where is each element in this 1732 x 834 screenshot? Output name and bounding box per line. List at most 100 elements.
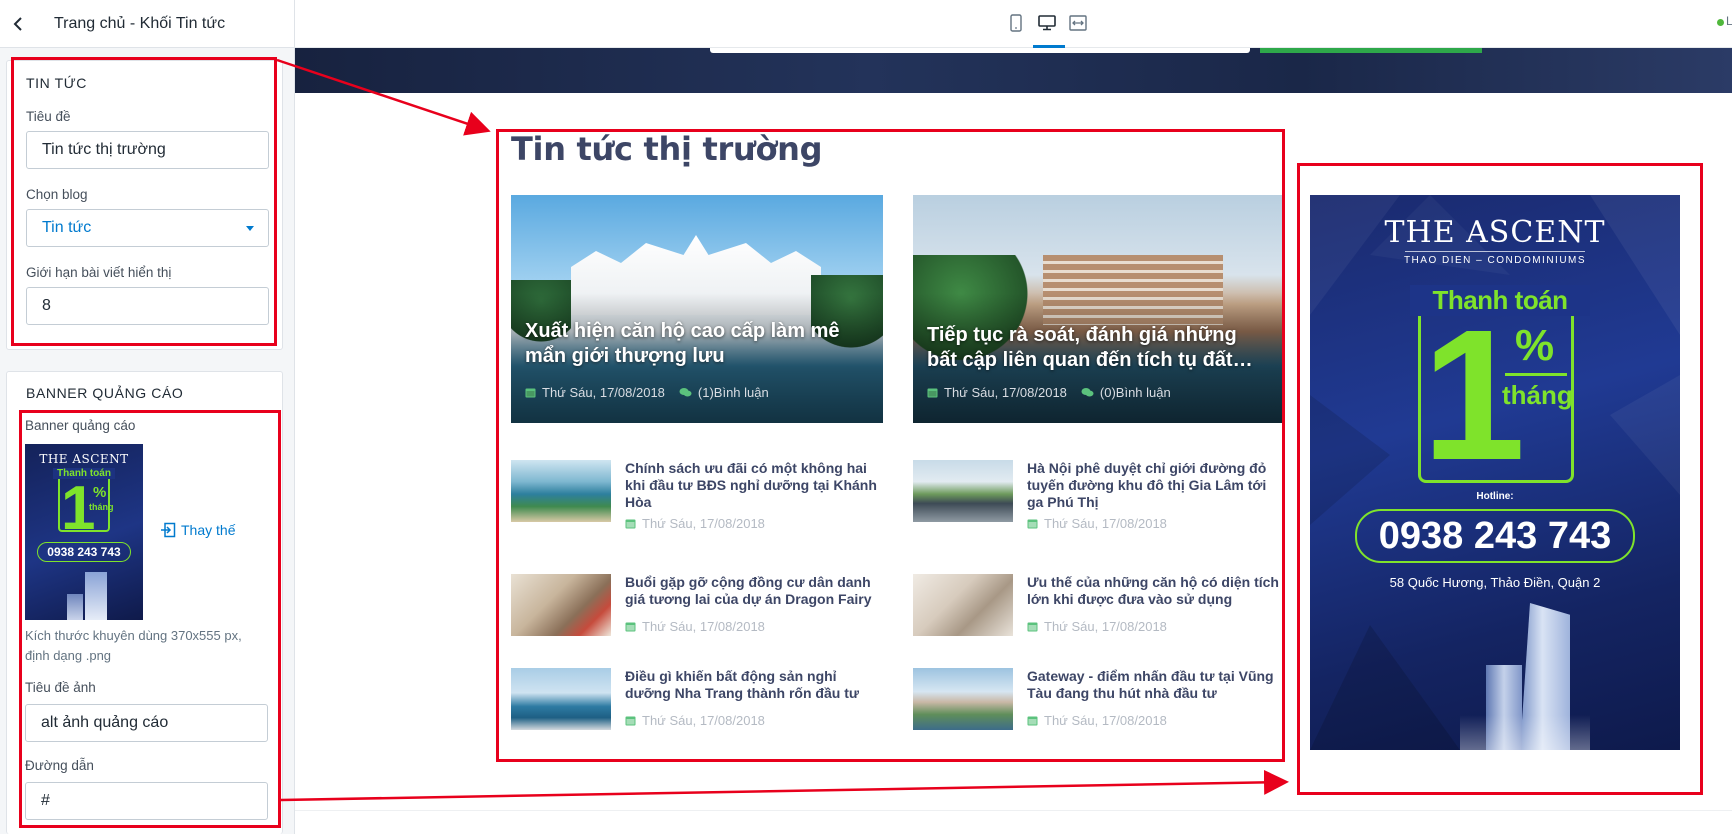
featured-comments-2: (0)Bình luận (1099, 385, 1171, 400)
mini-banner-logo: THE ASCENT (39, 452, 129, 466)
replace-image-link[interactable]: Thay thế (160, 522, 235, 538)
mini-tower-image (85, 572, 107, 620)
limit-input[interactable]: 8 (26, 287, 269, 325)
featured-article-2[interactable]: Tiếp tục rà soát, đánh giá những bất cập… (913, 195, 1285, 423)
banner-size-hint: Kích thước khuyên dùng 370x555 px, định … (25, 628, 242, 663)
calendar-icon (927, 388, 938, 398)
banner-phone: 0938 243 743 (1355, 509, 1635, 563)
theme-preview: Tin tức thị trường Xuất hiện căn hộ cao … (295, 48, 1732, 834)
banner-logo: THE ASCENT (1384, 215, 1606, 250)
list-item[interactable]: Ưu thế của những căn hộ có diện tích lớn… (913, 574, 1285, 644)
list-item[interactable]: Điều gì khiến bất động sản nghỉ dưỡng Nh… (511, 668, 883, 738)
list-item-date-text: Thứ Sáu, 17/08/2018 (642, 713, 765, 728)
banner-tower-glow (1460, 715, 1590, 750)
blog-field-label: Chọn blog (26, 187, 88, 202)
sidebar-header: Trang chủ - Khối Tin tức (0, 0, 294, 48)
title-field-label: Tiêu đề (26, 109, 71, 124)
thumb-apartment (913, 574, 1013, 636)
link-field-label: Đường dẫn (25, 758, 94, 773)
thumb-nha-trang (511, 668, 611, 730)
list-item-title[interactable]: Hà Nội phê duyệt chỉ giới đường đỏ tuyến… (1027, 460, 1285, 511)
calendar-icon (525, 388, 536, 398)
title-input[interactable]: Tin tức thị trường (26, 131, 269, 169)
list-item-date-text: Thứ Sáu, 17/08/2018 (1044, 713, 1167, 728)
fullwidth-icon[interactable] (1065, 10, 1091, 36)
list-item-title[interactable]: Ưu thế của những căn hộ có diện tích lớn… (1027, 574, 1285, 608)
app-root: Trang chủ - Khối Tin tức TIN TỨC Tiêu đề… (0, 0, 1732, 834)
banner-logo-divider (1405, 251, 1585, 252)
banner-hotline-label: Hotline: (1476, 491, 1514, 502)
featured-meta-2: Thứ Sáu, 17/08/2018 (0)Bình luận (927, 385, 1171, 400)
featured-title-2[interactable]: Tiếp tục rà soát, đánh giá những bất cập… (927, 323, 1267, 373)
mini-banner-phone: 0938 243 743 (37, 542, 131, 562)
settings-sidebar: Trang chủ - Khối Tin tức TIN TỨC Tiêu đề… (0, 0, 295, 834)
featured-meta-1: Thứ Sáu, 17/08/2018 (1)Bình luận (525, 385, 769, 400)
list-item-date: Thứ Sáu, 17/08/2018 (1027, 516, 1167, 531)
list-item-date: Thứ Sáu, 17/08/2018 (625, 516, 765, 531)
calendar-icon (625, 622, 636, 632)
blog-select[interactable]: Tin tức (26, 209, 269, 247)
calendar-icon (1027, 519, 1038, 529)
preview-toolbar: L (295, 0, 1732, 48)
list-item-date: Thứ Sáu, 17/08/2018 (625, 619, 765, 634)
replace-icon (161, 522, 176, 538)
calendar-icon (625, 716, 636, 726)
thumb-gateway (913, 668, 1013, 730)
calendar-icon (625, 519, 636, 529)
live-status-dot (1717, 19, 1724, 26)
list-item-title[interactable]: Gateway - điểm nhấn đầu tư tại Vũng Tàu … (1027, 668, 1285, 702)
thumb-highway (913, 460, 1013, 522)
banner-field-label: Banner quảng cáo (25, 418, 136, 433)
banner-subtitle: THAO DIEN – CONDOMINIUMS (1403, 255, 1587, 266)
thumb-living-room (511, 574, 611, 636)
live-status-text: L (1726, 14, 1732, 28)
list-item-title[interactable]: Điều gì khiến bất động sản nghỉ dưỡng Nh… (625, 668, 883, 702)
list-item-date-text: Thứ Sáu, 17/08/2018 (642, 619, 765, 634)
featured-title-1[interactable]: Xuất hiện căn hộ cao cấp làm mê mẩn giới… (525, 319, 865, 369)
limit-field-label: Giới hạn bài viết hiển thị (26, 265, 172, 280)
list-item[interactable]: Gateway - điểm nhấn đầu tư tại Vũng Tàu … (913, 668, 1285, 738)
alt-input-value: alt ảnh quảng cáo (41, 714, 169, 731)
banner-thumbnail[interactable]: THE ASCENT Thanh toán 1 % tháng 0938 243… (25, 444, 143, 620)
featured-comments-1: (1)Bình luận (697, 385, 769, 400)
hero-banner-strip (295, 48, 1732, 93)
list-item[interactable]: Buổi gặp gỡ cộng đồng cư dân danh giá tư… (511, 574, 883, 644)
alt-field-label: Tiêu đề ảnh (25, 680, 96, 695)
banner-fraction-line (1505, 373, 1567, 376)
list-item-date-text: Thứ Sáu, 17/08/2018 (1044, 516, 1167, 531)
replace-label: Thay thế (181, 522, 236, 538)
news-card-title: TIN TỨC (26, 75, 88, 91)
list-item-date-text: Thứ Sáu, 17/08/2018 (642, 516, 765, 531)
featured-date-1: Thứ Sáu, 17/08/2018 (542, 385, 665, 400)
list-item[interactable]: Chính sách ưu đãi có một không hai khi đ… (511, 460, 883, 531)
hero-submit-button[interactable] (1260, 48, 1482, 53)
mini-banner-month: tháng (89, 502, 114, 512)
blog-select-value: Tin tức (42, 219, 92, 236)
list-item-title[interactable]: Buổi gặp gỡ cộng đồng cư dân danh giá tư… (625, 574, 883, 608)
limit-input-value: 8 (42, 297, 51, 314)
preview-divider (295, 810, 1732, 811)
featured-date-2: Thứ Sáu, 17/08/2018 (944, 385, 1067, 400)
mini-banner-percent: % (93, 484, 107, 501)
calendar-icon (1027, 622, 1038, 632)
caret-down-icon (246, 226, 254, 231)
list-item-date: Thứ Sáu, 17/08/2018 (1027, 619, 1167, 634)
list-item[interactable]: Hà Nội phê duyệt chỉ giới đường đỏ tuyến… (913, 460, 1285, 531)
link-input[interactable]: # (25, 782, 268, 820)
list-item-title[interactable]: Chính sách ưu đãi có một không hai khi đ… (625, 460, 883, 511)
sidebar-title: Trang chủ - Khối Tin tức (54, 14, 226, 32)
desktop-icon[interactable] (1034, 10, 1060, 36)
featured-article-1[interactable]: Xuất hiện căn hộ cao cấp làm mê mẩn giới… (511, 195, 883, 423)
hero-search-input[interactable] (710, 48, 1250, 53)
banner-address: 58 Quốc Hương, Thảo Điền, Quận 2 (1389, 575, 1601, 590)
news-section-title: Tin tức thị trường (511, 130, 823, 168)
thumb-beach-resort (511, 460, 611, 522)
link-input-value: # (41, 792, 50, 809)
alt-input[interactable]: alt ảnh quảng cáo (25, 704, 268, 742)
list-item-date: Thứ Sáu, 17/08/2018 (1027, 713, 1167, 728)
ad-banner[interactable]: THE ASCENT THAO DIEN – CONDOMINIUMS Than… (1310, 195, 1680, 750)
title-input-value: Tin tức thị trường (42, 141, 166, 158)
comments-icon (1081, 388, 1094, 397)
mobile-icon[interactable] (1003, 10, 1029, 36)
back-chevron-icon[interactable] (8, 14, 28, 34)
